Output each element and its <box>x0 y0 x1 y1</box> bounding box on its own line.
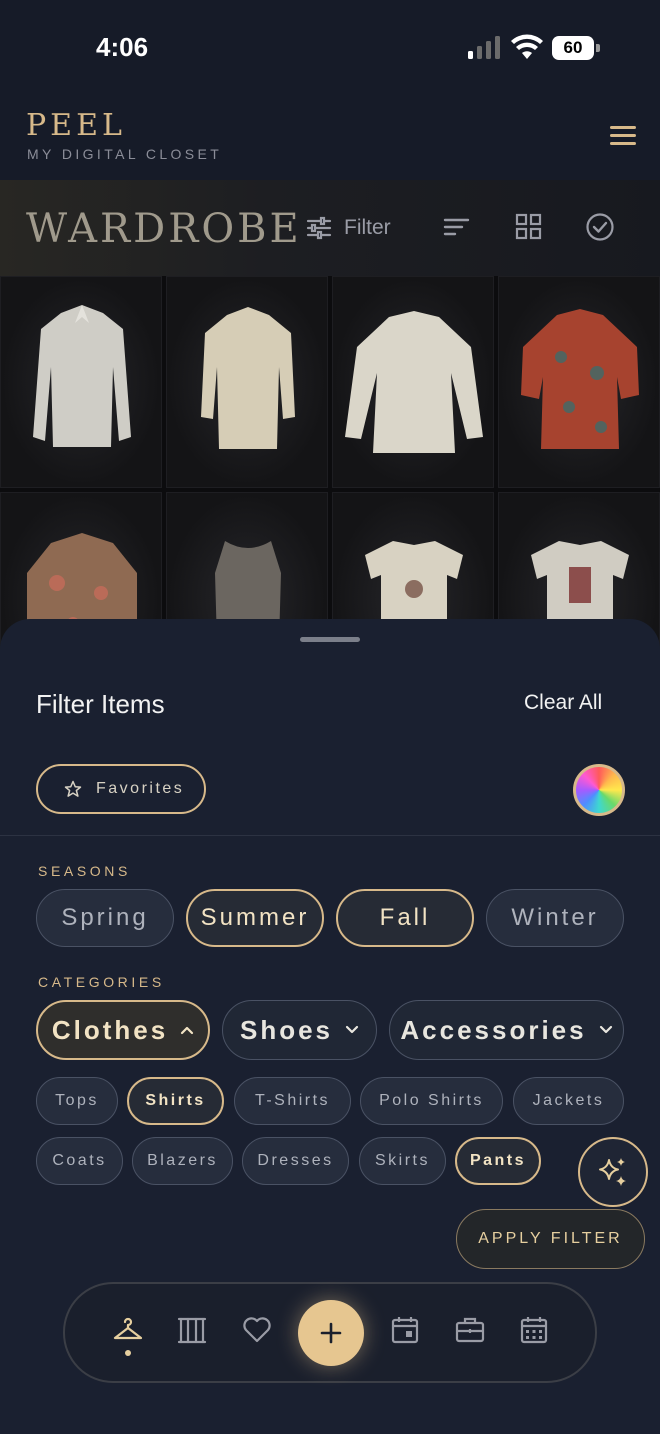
chevron-down-icon <box>599 1025 612 1034</box>
wardrobe-toolbar: WARDROBE Filter <box>0 180 660 276</box>
clear-all-button[interactable]: Clear All <box>524 691 602 715</box>
linen-blouse-image <box>345 311 483 453</box>
sheet-drag-handle[interactable] <box>300 637 360 642</box>
categories-label: CATEGORIES <box>38 974 165 990</box>
seasons-label: SEASONS <box>38 863 131 879</box>
category-shoes[interactable]: Shoes <box>222 1000 377 1060</box>
category-clothes[interactable]: Clothes <box>36 1000 210 1060</box>
select-check-icon[interactable] <box>585 212 615 242</box>
category-accessories[interactable]: Accessories <box>389 1000 624 1060</box>
wardrobe-grid <box>0 276 660 704</box>
subcategory-coats[interactable]: Coats <box>36 1137 123 1185</box>
suitcase-icon[interactable] <box>454 1314 486 1346</box>
grid-view-icon[interactable] <box>514 212 544 242</box>
status-bar: 4:06 60 <box>0 0 660 96</box>
subcategory-tops[interactable]: Tops <box>36 1077 118 1125</box>
battery-level: 60 <box>552 36 594 60</box>
app-header: PEEL MY DIGITAL CLOSET <box>0 96 660 180</box>
filter-button[interactable]: Filter <box>306 212 391 244</box>
season-summer[interactable]: Summer <box>186 889 324 947</box>
bottom-navigation <box>63 1282 597 1383</box>
subcategory-skirts[interactable]: Skirts <box>359 1137 446 1185</box>
status-time: 4:06 <box>96 32 149 62</box>
chevron-down-icon <box>345 1025 359 1034</box>
active-indicator <box>125 1350 131 1356</box>
plus-icon <box>320 1322 342 1344</box>
app-tagline: MY DIGITAL CLOSET <box>27 146 223 162</box>
cream-blouse-image <box>201 307 295 449</box>
season-fall[interactable]: Fall <box>336 889 474 947</box>
calendar-icon[interactable] <box>518 1314 550 1346</box>
divider <box>0 835 660 836</box>
sliders-icon <box>306 216 332 240</box>
sheet-title: Filter Items <box>36 689 165 719</box>
calendar-day-icon[interactable] <box>389 1314 421 1346</box>
subcategory-t-shirts[interactable]: T-Shirts <box>234 1077 351 1125</box>
apply-filter-button[interactable]: APPLY FILTER <box>456 1209 645 1269</box>
favorites-button[interactable]: Favorites <box>36 764 206 814</box>
wardrobe-item[interactable] <box>166 276 328 488</box>
category-label: Clothes <box>51 1014 169 1045</box>
heart-icon[interactable] <box>241 1314 273 1346</box>
patterned-shirt-image <box>521 309 639 449</box>
white-shirt-image <box>33 305 131 447</box>
hanger-icon[interactable] <box>112 1314 144 1346</box>
favorites-label: Favorites <box>96 780 185 797</box>
add-item-button[interactable] <box>298 1300 364 1366</box>
filter-label: Filter <box>344 216 391 239</box>
subcategory-polo-shirts[interactable]: Polo Shirts <box>360 1077 503 1125</box>
subcategory-blazers[interactable]: Blazers <box>132 1137 233 1185</box>
wifi-icon <box>511 34 543 59</box>
battery-icon: 60 <box>552 36 600 60</box>
app-logo: PEEL <box>26 108 126 143</box>
season-spring[interactable]: Spring <box>36 889 174 947</box>
subcategory-shirts[interactable]: Shirts <box>127 1077 224 1125</box>
wardrobe-item[interactable] <box>498 276 660 488</box>
hamburger-menu-icon[interactable] <box>610 126 638 146</box>
cellular-signal-icon <box>468 36 500 59</box>
subcategory-pants[interactable]: Pants <box>455 1137 541 1185</box>
chevron-up-icon <box>181 1026 194 1035</box>
sparkles-icon <box>599 1158 626 1186</box>
subcategory-jackets[interactable]: Jackets <box>513 1077 624 1125</box>
wardrobe-item[interactable] <box>0 276 162 488</box>
page-title: WARDROBE <box>26 206 302 252</box>
category-label: Shoes <box>239 1014 334 1045</box>
ai-suggest-button[interactable] <box>578 1137 648 1207</box>
wardrobe-item[interactable] <box>332 276 494 488</box>
wardrobe-icon[interactable] <box>176 1314 208 1346</box>
category-label: Accessories <box>400 1014 587 1045</box>
season-winter[interactable]: Winter <box>486 889 624 947</box>
sort-icon[interactable] <box>442 212 472 242</box>
subcategory-dresses[interactable]: Dresses <box>242 1137 349 1185</box>
color-filter-button[interactable] <box>573 764 625 816</box>
star-icon <box>64 780 82 797</box>
